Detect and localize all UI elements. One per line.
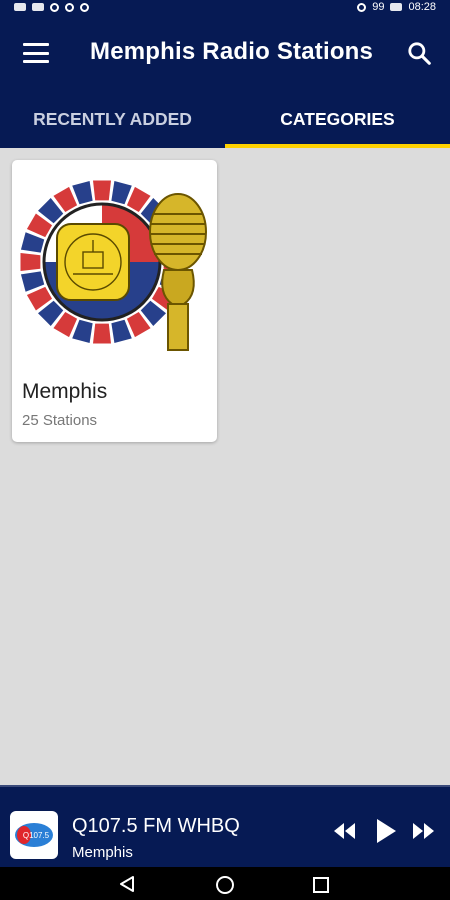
app-bar: Memphis Radio Stations <box>0 14 450 92</box>
sunburst-ray <box>111 180 132 205</box>
now-playing-station: Q107.5 FM WHBQ <box>72 815 240 837</box>
sunburst-ray <box>92 180 112 201</box>
station-logo-text: Q107.5 <box>23 831 50 840</box>
app-notification-icon <box>50 2 59 12</box>
category-name: Memphis <box>22 380 108 403</box>
page-title: Memphis Radio Stations <box>90 38 374 65</box>
fast-forward-icon[interactable] <box>412 821 436 841</box>
status-right-icons: 99 08:28 <box>357 1 436 13</box>
tab-bar: RECENTLY ADDED CATEGORIES <box>0 92 450 148</box>
battery-level: 99 <box>372 1 385 13</box>
memphis-category-image <box>20 180 207 351</box>
signal-icon <box>32 3 44 11</box>
system-nav-bar <box>0 867 450 900</box>
recents-icon[interactable] <box>311 875 331 895</box>
sunburst-ray <box>20 252 41 272</box>
sunburst-ray <box>20 232 45 253</box>
play-icon[interactable] <box>374 817 398 845</box>
back-icon[interactable] <box>117 875 137 893</box>
city-seal <box>56 223 130 301</box>
tab-categories[interactable]: CATEGORIES <box>225 92 450 148</box>
station-logo: Q107.5 <box>10 811 58 859</box>
category-card-memphis[interactable]: Memphis 25 Stations <box>12 160 217 442</box>
mini-player[interactable]: Q107.5 Q107.5 FM WHBQ Memphis <box>0 785 450 867</box>
battery-icon <box>390 3 403 11</box>
home-icon[interactable] <box>214 875 236 895</box>
sunburst-ray <box>92 323 112 344</box>
rewind-icon[interactable] <box>332 821 356 841</box>
app-notification-icon <box>80 2 89 12</box>
wifi-icon <box>357 2 367 12</box>
sunburst-ray <box>72 319 93 344</box>
hamburger-menu-icon[interactable] <box>23 43 49 63</box>
search-icon[interactable] <box>406 40 432 66</box>
station-count: 25 Stations <box>22 412 98 429</box>
status-left-icons <box>14 2 89 12</box>
status-bar: 99 08:28 <box>0 0 450 14</box>
sunburst-ray <box>20 271 45 292</box>
sunburst-ray <box>72 180 93 205</box>
now-playing-city: Memphis <box>72 844 133 861</box>
clock: 08:28 <box>408 1 436 13</box>
station-logo-icon: Q107.5 <box>15 823 53 847</box>
app-notification-icon <box>65 2 74 12</box>
category-grid: Memphis 25 Stations <box>0 148 450 785</box>
tab-recently-added[interactable]: RECENTLY ADDED <box>0 92 225 148</box>
notification-icon <box>14 3 26 11</box>
sunburst-ray <box>111 319 132 344</box>
